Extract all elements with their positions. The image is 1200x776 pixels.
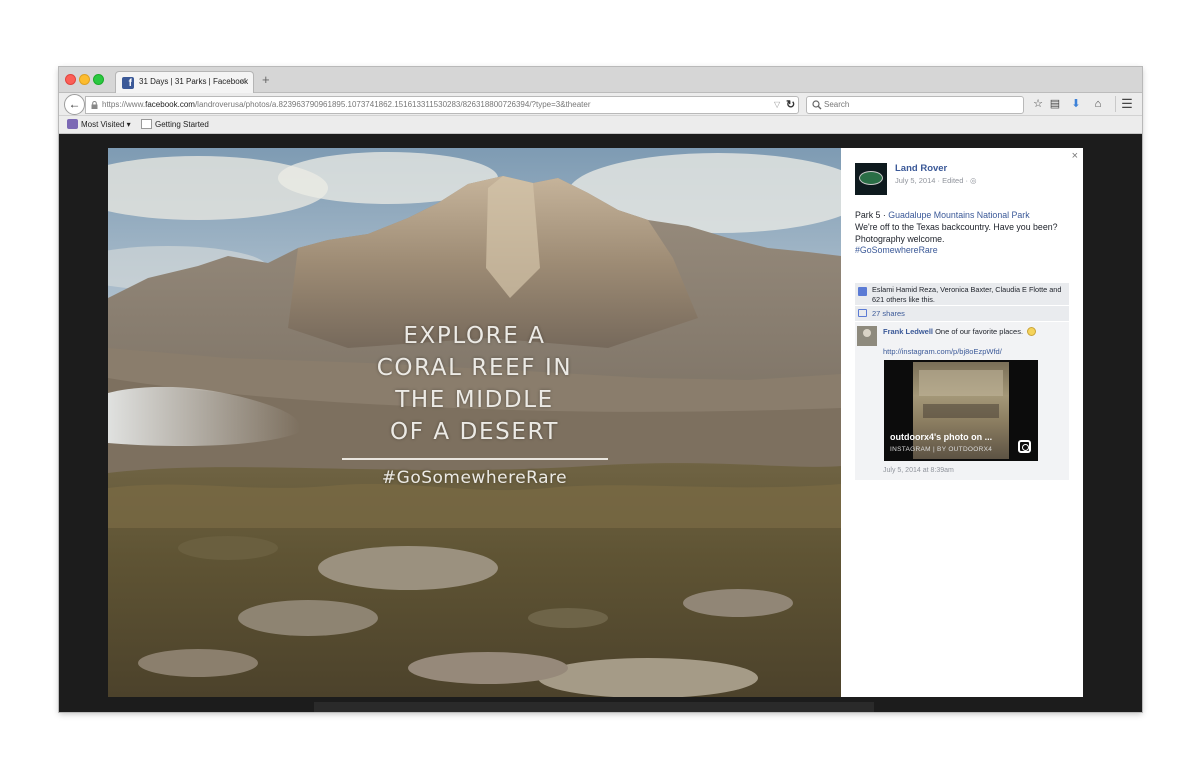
bookmark-most-visited[interactable]: Most Visited ▾ <box>67 119 131 129</box>
instagram-card-title: outdoorx4's photo on ... <box>890 432 993 442</box>
url-bar[interactable]: https://www.facebook.com/landroverusa/ph… <box>85 96 799 114</box>
avatar[interactable] <box>857 326 877 346</box>
location-link[interactable]: Guadalupe Mountains National Park <box>888 210 1029 220</box>
tab-facebook[interactable]: f 31 Days | 31 Parks | Facebook × <box>115 71 254 94</box>
overlay-hashtag: #GoSomewhereRare <box>381 468 568 488</box>
headline-line: THE MIDDLE <box>395 387 554 413</box>
post-side-panel: × Land Rover July 5, 2014 · Edited · ◎ P… <box>841 148 1083 697</box>
likes-text[interactable]: Eslami Hamid Reza, Veronica Baxter, Clau… <box>872 285 1066 304</box>
thumbs-up-icon <box>858 287 867 296</box>
minimize-window-button[interactable] <box>79 74 90 85</box>
instagram-preview-card[interactable]: outdoorx4's photo on ... INSTAGRAM | BY … <box>884 360 1038 461</box>
clipboard-icon[interactable]: ▤ <box>1047 96 1063 112</box>
instagram-photo-thumbnail <box>913 362 1009 459</box>
instagram-card-source: INSTAGRAM | BY OUTDOORX4 <box>890 446 993 453</box>
folder-icon <box>67 119 78 129</box>
headline-line: EXPLORE A <box>403 323 546 349</box>
shares-summary: 27 shares <box>855 306 1069 321</box>
search-bar[interactable]: Search <box>806 96 1024 114</box>
post-text: Park 5 · Guadalupe Mountains National Pa… <box>855 210 1058 256</box>
lock-icon <box>91 101 98 109</box>
page-content: EXPLORE A CORAL REEF IN THE MIDDLE OF A … <box>59 134 1142 712</box>
search-placeholder: Search <box>824 100 850 109</box>
share-icon <box>858 309 867 317</box>
instagram-icon <box>1018 440 1031 453</box>
smile-emoji-icon <box>1027 327 1037 336</box>
navigation-bar: ← https://www.facebook.com/landroverusa/… <box>59 93 1142 116</box>
comment: Frank Ledwell One of our favorite places… <box>855 322 1069 480</box>
new-tab-button[interactable]: + <box>262 73 270 86</box>
instagram-link[interactable]: http://instagram.com/p/bj8oEzpWfd/ <box>883 347 1002 356</box>
bookmark-star-icon[interactable]: ☆ <box>1030 96 1046 112</box>
land-rover-logo[interactable] <box>855 163 887 195</box>
bookmarks-bar: Most Visited ▾ Getting Started <box>59 116 1142 134</box>
url-text: https://www.facebook.com/landroverusa/ph… <box>102 100 591 109</box>
download-icon[interactable]: ⬇ <box>1068 96 1084 112</box>
commenter-name[interactable]: Frank Ledwell <box>883 327 933 336</box>
likes-summary: Eslami Hamid Reza, Veronica Baxter, Clau… <box>855 283 1069 305</box>
close-window-button[interactable] <box>65 74 76 85</box>
hashtag-link[interactable]: #GoSomewhereRare <box>855 245 938 255</box>
comment-text: Frank Ledwell One of our favorite places… <box>883 327 1067 336</box>
close-icon[interactable]: × <box>1072 150 1078 162</box>
headline-line: CORAL REEF IN <box>376 355 573 381</box>
page-name-link[interactable]: Land Rover <box>895 163 947 174</box>
url-dropdown-icon[interactable]: ▽ <box>774 100 780 109</box>
reload-icon[interactable]: ↻ <box>786 98 795 111</box>
back-button[interactable]: ← <box>64 94 85 115</box>
park-label: Park 5 <box>855 210 881 220</box>
browser-window: f 31 Days | 31 Parks | Facebook × + ← ht… <box>59 67 1142 712</box>
post-meta: July 5, 2014 · Edited · ◎ <box>895 176 977 185</box>
tab-strip: f 31 Days | 31 Parks | Facebook × + <box>59 67 1142 94</box>
bookmark-getting-started[interactable]: Getting Started <box>141 119 209 129</box>
shares-link[interactable]: 27 shares <box>872 309 905 318</box>
background-page-strip <box>314 702 874 712</box>
overlay-divider <box>341 458 608 460</box>
facebook-icon: f <box>122 77 134 89</box>
comment-timestamp[interactable]: July 5, 2014 at 8:39am <box>883 467 954 474</box>
post-body: We're off to the Texas backcountry. Have… <box>855 221 1058 244</box>
tab-title: 31 Days | 31 Parks | Facebook <box>139 77 249 86</box>
theater-photo[interactable]: EXPLORE A CORAL REEF IN THE MIDDLE OF A … <box>108 148 841 697</box>
search-icon <box>812 100 822 110</box>
home-icon[interactable]: ⌂ <box>1090 96 1106 112</box>
toolbar-separator <box>1115 96 1116 112</box>
zoom-window-button[interactable] <box>93 74 104 85</box>
menu-icon[interactable]: ☰ <box>1119 96 1135 112</box>
tab-close-icon[interactable]: × <box>240 76 245 86</box>
photo-overlay-text: EXPLORE A CORAL REEF IN THE MIDDLE OF A … <box>308 320 641 488</box>
page-icon <box>141 119 152 129</box>
globe-icon: ◎ <box>970 176 977 185</box>
headline-line: OF A DESERT <box>389 419 560 445</box>
